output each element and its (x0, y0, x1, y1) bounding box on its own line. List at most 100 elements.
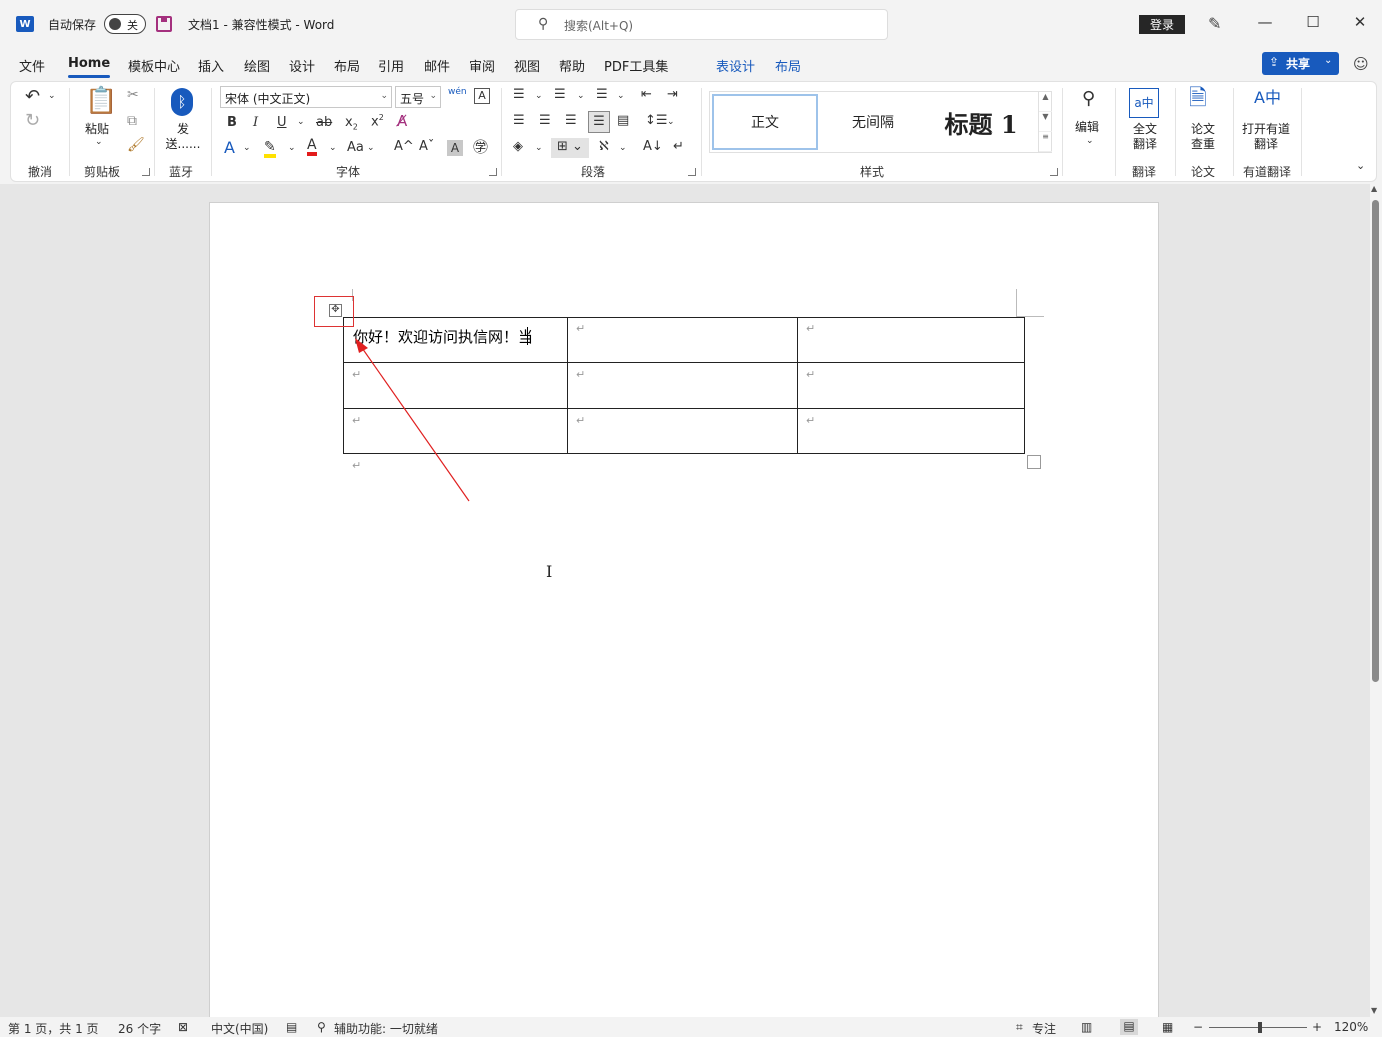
scroll-thumb[interactable] (1372, 200, 1379, 682)
paste-dropdown-icon[interactable]: ⌄ (95, 138, 103, 147)
table-cell[interactable] (567, 317, 798, 363)
search-box[interactable]: ⚲ 搜索(Alt+Q) (515, 9, 888, 40)
tab-file[interactable]: 文件 (19, 56, 45, 75)
align-right-icon[interactable]: ☰ (565, 114, 577, 127)
paste-icon[interactable]: 📋 (85, 88, 117, 114)
web-layout-icon[interactable]: ▦ (1162, 1020, 1173, 1034)
paste-label[interactable]: 粘贴 (85, 122, 109, 137)
language-status[interactable]: 中文(中国) (211, 1020, 268, 1037)
increase-indent-icon[interactable]: ⇥ (667, 88, 678, 101)
tab-insert[interactable]: 插入 (198, 56, 224, 75)
tab-references[interactable]: 引用 (378, 56, 404, 75)
numbering-dropdown-icon[interactable]: ⌄ (577, 92, 585, 101)
undo-icon[interactable]: ↶ (25, 88, 40, 106)
numbering-icon[interactable]: ☰ (554, 88, 566, 101)
text-effects-icon[interactable]: A (224, 140, 235, 156)
copy-icon[interactable]: ⧉ (127, 114, 137, 128)
save-icon[interactable] (156, 16, 172, 32)
document-page[interactable]: 你好！欢迎访问执信网！当 ↵ ↵ ↵ ↵ ↵ ↵ ↵ ↵ ↵ ✥ I (209, 202, 1159, 1032)
tab-help[interactable]: 帮助 (559, 56, 585, 75)
paragraph-launcher-icon[interactable] (688, 168, 696, 176)
line-spacing-icon[interactable]: ↕☰ (645, 114, 668, 127)
font-name-select[interactable]: 宋体 (中文正文) ⌄ (220, 86, 392, 108)
chinese-layout-icon[interactable]: ℵ (599, 140, 609, 153)
clear-formatting-icon[interactable]: A̸ (397, 114, 407, 129)
multilevel-dropdown-icon[interactable]: ⌄ (617, 92, 625, 101)
focus-icon[interactable]: ⌗ (1016, 1020, 1023, 1035)
comments-icon[interactable]: ☺ (1353, 55, 1369, 73)
underline-icon[interactable]: U (277, 116, 287, 129)
align-center-icon[interactable]: ☰ (539, 114, 551, 127)
bold-icon[interactable]: B (227, 116, 237, 129)
collapse-ribbon-icon[interactable]: ⌄ (1356, 160, 1365, 171)
word-count[interactable]: 26 个字 (118, 1020, 161, 1037)
phonetic-guide-icon[interactable]: wén (448, 88, 467, 97)
table-cell[interactable] (567, 362, 798, 409)
full-translate-label[interactable]: 全文翻译 (1131, 122, 1159, 152)
table-resize-handle[interactable] (1027, 455, 1041, 469)
share-button[interactable]: ⇪ 共享 ⌄ (1262, 52, 1339, 75)
editing-label[interactable]: 编辑 (1075, 120, 1099, 135)
editing-dropdown-icon[interactable]: ⌄ (1086, 137, 1094, 146)
multilevel-list-icon[interactable]: ☰ (596, 88, 608, 101)
shrink-font-icon[interactable]: Aˇ (419, 140, 434, 153)
styles-launcher-icon[interactable] (1050, 168, 1058, 176)
styles-up-icon[interactable]: ▲ (1039, 92, 1052, 112)
subscript-icon[interactable]: x2 (345, 116, 358, 132)
minimize-button[interactable]: — (1255, 13, 1275, 31)
paper-check-icon[interactable]: 🗎 (1189, 88, 1207, 110)
tab-draw[interactable]: 绘图 (244, 56, 270, 75)
close-button[interactable]: ✕ (1350, 13, 1370, 31)
highlight-icon[interactable]: ✎ (264, 140, 276, 158)
undo-dropdown-icon[interactable]: ⌄ (48, 92, 56, 101)
print-layout-icon[interactable]: ▤ (1120, 1019, 1138, 1035)
vertical-scrollbar[interactable]: ▲ ▼ (1370, 184, 1382, 1017)
clipboard-launcher-icon[interactable] (142, 168, 150, 176)
font-color-dropdown-icon[interactable]: ⌄ (329, 144, 337, 153)
shading-dropdown-icon[interactable]: ⌄ (535, 144, 543, 153)
login-button[interactable]: 登录 (1139, 15, 1185, 34)
table-cell[interactable] (797, 408, 1025, 454)
accessibility-status[interactable]: 辅助功能: 一切就绪 (334, 1020, 438, 1037)
bullets-dropdown-icon[interactable]: ⌄ (535, 92, 543, 101)
styles-down-icon[interactable]: ▼ (1039, 112, 1052, 132)
accessibility-icon[interactable]: ⚲ (317, 1020, 326, 1034)
tab-home[interactable]: Home (68, 56, 111, 78)
tab-layout[interactable]: 布局 (334, 56, 360, 75)
underline-dropdown-icon[interactable]: ⌄ (297, 118, 305, 127)
italic-icon[interactable]: I (253, 116, 258, 129)
change-case-dropdown-icon[interactable]: ⌄ (367, 144, 375, 153)
text-prediction-icon[interactable]: ▤ (286, 1020, 297, 1034)
youdao-open-label[interactable]: 打开有道翻译 (1241, 122, 1291, 152)
style-no-spacing[interactable]: 无间隔 (820, 94, 926, 150)
grow-font-icon[interactable]: A^ (394, 140, 414, 153)
tab-template-center[interactable]: 模板中心 (128, 56, 180, 75)
style-heading-1[interactable]: 标题 1 (928, 94, 1034, 150)
page-count[interactable]: 第 1 页，共 1 页 (8, 1020, 99, 1037)
zoom-level[interactable]: 120% (1334, 1020, 1368, 1034)
find-icon[interactable]: ⚲ (1082, 90, 1095, 108)
tab-view[interactable]: 视图 (514, 56, 540, 75)
designer-pen-icon[interactable]: ✎ (1208, 14, 1221, 33)
read-mode-icon[interactable]: ▥ (1081, 1020, 1092, 1034)
highlight-dropdown-icon[interactable]: ⌄ (288, 144, 296, 153)
paper-check-label[interactable]: 论文查重 (1189, 122, 1217, 152)
shading-icon[interactable]: ◈ (513, 140, 523, 153)
bullets-icon[interactable]: ☰ (513, 88, 525, 101)
enclose-characters-icon[interactable]: ㊫ (473, 140, 488, 155)
tab-table-layout[interactable]: 布局 (775, 56, 801, 75)
bluetooth-send-label[interactable]: 发送...... (165, 122, 201, 152)
maximize-button[interactable]: ☐ (1303, 13, 1323, 31)
distributed-icon[interactable]: ▤ (617, 114, 629, 127)
font-size-select[interactable]: 五号 ⌄ (395, 86, 441, 108)
styles-more-icon[interactable]: ≡ (1039, 132, 1052, 152)
bluetooth-icon[interactable]: ᛒ (171, 88, 193, 116)
format-painter-icon[interactable]: 🖌 (127, 138, 145, 152)
translate-icon[interactable]: a中 (1129, 88, 1159, 118)
sort-icon[interactable]: A↓ (643, 140, 663, 153)
scroll-down-icon[interactable]: ▼ (1371, 1006, 1377, 1015)
font-launcher-icon[interactable] (489, 168, 497, 176)
justify-icon[interactable]: ☰ (588, 111, 610, 133)
proofing-icon[interactable]: ⊠ (178, 1020, 188, 1034)
zoom-out-icon[interactable]: − (1193, 1020, 1203, 1034)
